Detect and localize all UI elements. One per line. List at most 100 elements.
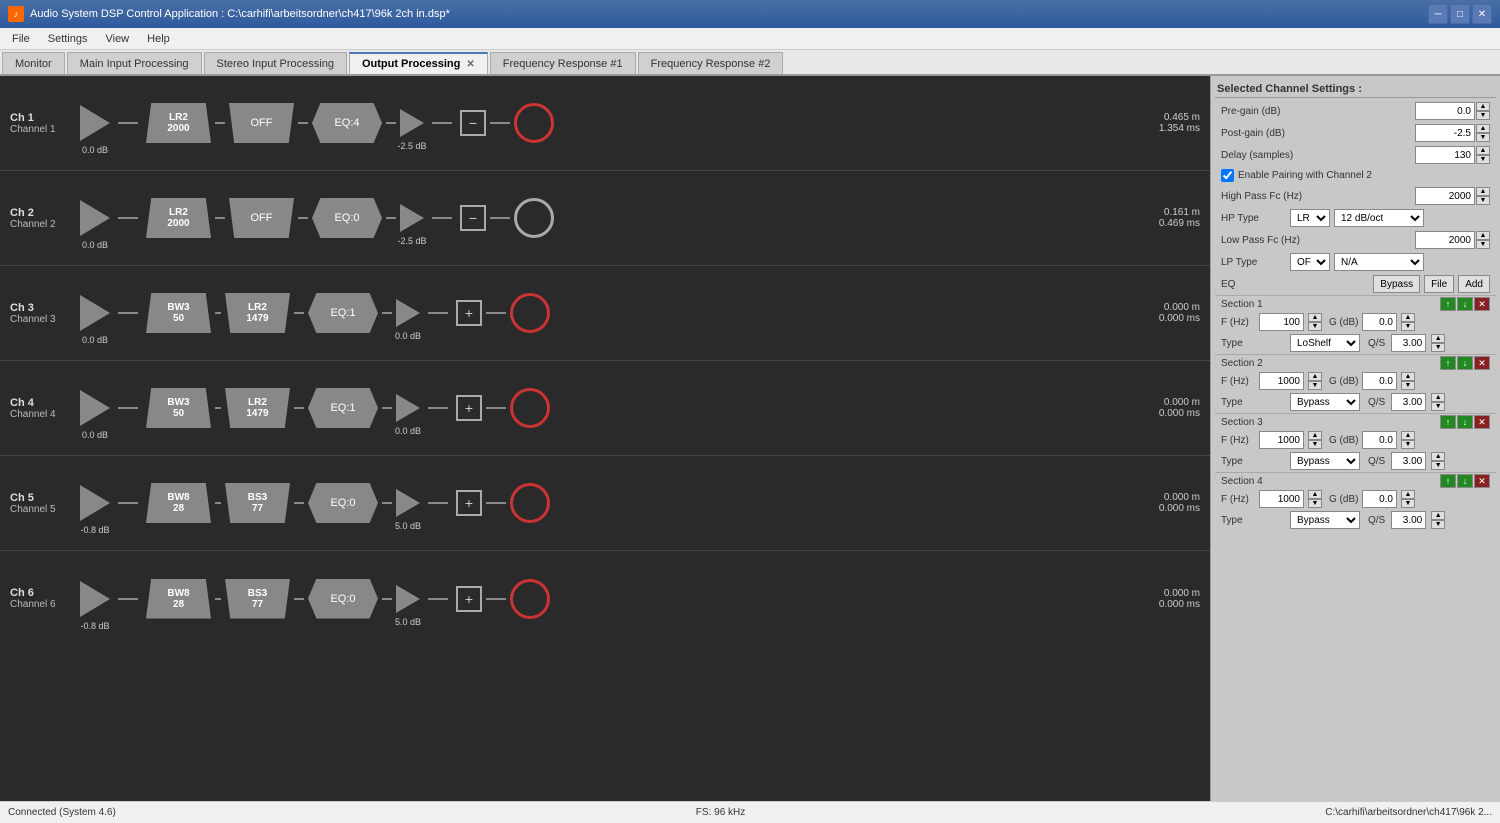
s2-gain-up[interactable]: ▲ — [1401, 372, 1415, 381]
ch2-filter2[interactable]: OFF — [229, 198, 294, 238]
tab-main-input[interactable]: Main Input Processing — [67, 52, 202, 74]
ch1-sum[interactable]: − — [460, 110, 486, 136]
s2-freq-input[interactable] — [1259, 372, 1304, 390]
ch2-sum[interactable]: − — [460, 205, 486, 231]
hp-fc-input[interactable] — [1415, 187, 1475, 205]
s1-type-select[interactable]: LoShelf HiShelf Peak Bypass — [1290, 334, 1360, 352]
ch6-filter1[interactable]: BW8 28 — [146, 579, 211, 619]
s2-freq-down[interactable]: ▼ — [1308, 381, 1322, 390]
ch6-pregain-arrow[interactable]: -0.8 dB — [80, 581, 110, 617]
s3-type-select[interactable]: Bypass LoShelf HiShelf Peak — [1290, 452, 1360, 470]
hp-fc-down[interactable]: ▼ — [1476, 196, 1490, 205]
s4-qs-input[interactable] — [1391, 511, 1426, 529]
ch2-pregain-arrow[interactable]: 0.0 dB — [80, 200, 110, 236]
postgain-input[interactable] — [1415, 124, 1475, 142]
s4-qs-up[interactable]: ▲ — [1431, 511, 1445, 520]
delay-down[interactable]: ▼ — [1476, 155, 1490, 164]
ch4-filter1[interactable]: BW3 50 — [146, 388, 211, 428]
ch4-eq[interactable]: EQ:1 — [308, 388, 378, 428]
eq-add-button[interactable]: Add — [1458, 275, 1490, 293]
ch3-pregain-arrow[interactable]: 0.0 dB — [80, 295, 110, 331]
ch6-postgain-arrow[interactable]: 5.0 dB — [396, 585, 420, 613]
s4-gain-up[interactable]: ▲ — [1401, 490, 1415, 499]
ch1-pregain-arrow[interactable]: 0.0 dB — [80, 105, 110, 141]
s1-qs-up[interactable]: ▲ — [1431, 334, 1445, 343]
s4-gain-input[interactable] — [1362, 490, 1397, 508]
ch1-postgain-arrow[interactable]: -2.5 dB — [400, 109, 424, 137]
section-4-down[interactable]: ↓ — [1457, 474, 1473, 488]
section-3-down[interactable]: ↓ — [1457, 415, 1473, 429]
s3-freq-input[interactable] — [1259, 431, 1304, 449]
ch5-sum[interactable]: + — [456, 490, 482, 516]
tab-close-icon[interactable]: ✕ — [466, 59, 474, 70]
ch6-eq[interactable]: EQ:0 — [308, 579, 378, 619]
ch4-output[interactable] — [510, 388, 550, 428]
s1-qs-input[interactable] — [1391, 334, 1426, 352]
s2-qs-down[interactable]: ▼ — [1431, 402, 1445, 411]
s4-gain-down[interactable]: ▼ — [1401, 499, 1415, 508]
ch4-postgain-arrow[interactable]: 0.0 dB — [396, 394, 420, 422]
s1-gain-down[interactable]: ▼ — [1401, 322, 1415, 331]
hp-type-select[interactable]: LR BW — [1290, 209, 1330, 227]
section-4-delete[interactable]: ✕ — [1474, 474, 1490, 488]
ch3-filter2[interactable]: LR2 1479 — [225, 293, 290, 333]
section-2-delete[interactable]: ✕ — [1474, 356, 1490, 370]
eq-file-button[interactable]: File — [1424, 275, 1454, 293]
section-1-up[interactable]: ↑ — [1440, 297, 1456, 311]
ch1-eq[interactable]: EQ:4 — [312, 103, 382, 143]
section-1-down[interactable]: ↓ — [1457, 297, 1473, 311]
pregain-input[interactable] — [1415, 102, 1475, 120]
hp-fc-up[interactable]: ▲ — [1476, 187, 1490, 196]
ch5-filter2[interactable]: BS3 77 — [225, 483, 290, 523]
eq-bypass-button[interactable]: Bypass — [1373, 275, 1420, 293]
tab-output-processing[interactable]: Output Processing ✕ — [349, 52, 488, 74]
section-3-up[interactable]: ↑ — [1440, 415, 1456, 429]
ch6-output[interactable] — [510, 579, 550, 619]
s1-freq-up[interactable]: ▲ — [1308, 313, 1322, 322]
lp-fc-down[interactable]: ▼ — [1476, 240, 1490, 249]
delay-up[interactable]: ▲ — [1476, 146, 1490, 155]
hp-slope-select[interactable]: 12 dB/oct 24 dB/oct 48 dB/oct — [1334, 209, 1424, 227]
menu-help[interactable]: Help — [139, 31, 178, 47]
lp-type-select[interactable]: OFF LR BW — [1290, 253, 1330, 271]
s1-gain-input[interactable] — [1362, 313, 1397, 331]
s4-freq-input[interactable] — [1259, 490, 1304, 508]
lp-slope-select[interactable]: N/A 12 dB/oct 24 dB/oct — [1334, 253, 1424, 271]
s3-freq-down[interactable]: ▼ — [1308, 440, 1322, 449]
s4-type-select[interactable]: Bypass LoShelf HiShelf Peak — [1290, 511, 1360, 529]
ch1-filter2[interactable]: OFF — [229, 103, 294, 143]
ch3-sum[interactable]: + — [456, 300, 482, 326]
s3-gain-down[interactable]: ▼ — [1401, 440, 1415, 449]
s1-qs-down[interactable]: ▼ — [1431, 343, 1445, 352]
lp-fc-input[interactable] — [1415, 231, 1475, 249]
tab-monitor[interactable]: Monitor — [2, 52, 65, 74]
pregain-down[interactable]: ▼ — [1476, 111, 1490, 120]
tab-stereo-input[interactable]: Stereo Input Processing — [204, 52, 347, 74]
s3-gain-up[interactable]: ▲ — [1401, 431, 1415, 440]
ch4-filter2[interactable]: LR2 1479 — [225, 388, 290, 428]
ch4-sum[interactable]: + — [456, 395, 482, 421]
s3-qs-up[interactable]: ▲ — [1431, 452, 1445, 461]
ch6-filter2[interactable]: BS3 77 — [225, 579, 290, 619]
s4-freq-up[interactable]: ▲ — [1308, 490, 1322, 499]
ch2-postgain-arrow[interactable]: -2.5 dB — [400, 204, 424, 232]
menu-view[interactable]: View — [97, 31, 137, 47]
ch1-output[interactable] — [514, 103, 554, 143]
ch2-output[interactable] — [514, 198, 554, 238]
ch2-eq[interactable]: EQ:0 — [312, 198, 382, 238]
ch2-filter1[interactable]: LR2 2000 — [146, 198, 211, 238]
ch5-postgain-arrow[interactable]: 5.0 dB — [396, 489, 420, 517]
delay-input[interactable] — [1415, 146, 1475, 164]
menu-file[interactable]: File — [4, 31, 38, 47]
s2-gain-down[interactable]: ▼ — [1401, 381, 1415, 390]
section-4-up[interactable]: ↑ — [1440, 474, 1456, 488]
s1-gain-up[interactable]: ▲ — [1401, 313, 1415, 322]
s4-freq-down[interactable]: ▼ — [1308, 499, 1322, 508]
section-2-up[interactable]: ↑ — [1440, 356, 1456, 370]
s4-qs-down[interactable]: ▼ — [1431, 520, 1445, 529]
section-3-delete[interactable]: ✕ — [1474, 415, 1490, 429]
tab-freq-response-1[interactable]: Frequency Response #1 — [490, 52, 636, 74]
section-1-delete[interactable]: ✕ — [1474, 297, 1490, 311]
s3-qs-input[interactable] — [1391, 452, 1426, 470]
tab-freq-response-2[interactable]: Frequency Response #2 — [638, 52, 784, 74]
